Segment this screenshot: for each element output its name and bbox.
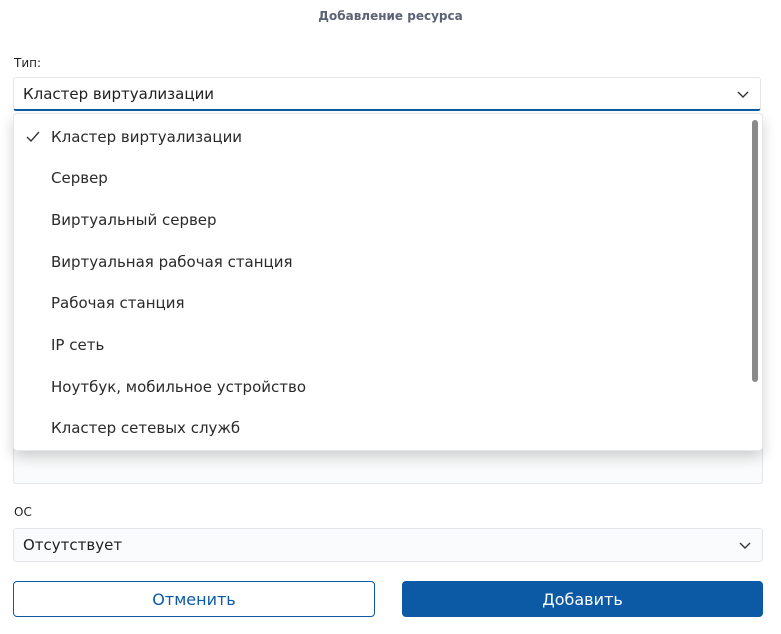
chevron-down-icon [739, 542, 751, 549]
dropdown-option[interactable]: Кластер сетевых служб [14, 408, 744, 448]
dropdown-option[interactable]: Виртуальный сервер [14, 200, 744, 240]
option-label: Виртуальный сервер [51, 211, 217, 229]
type-select[interactable]: Кластер виртуализации [13, 77, 761, 111]
dialog-title: Добавление ресурса [318, 9, 463, 23]
type-select-value: Кластер виртуализации [23, 84, 215, 103]
dropdown-scrollbar[interactable] [752, 120, 758, 382]
dropdown-option[interactable]: IP сеть [14, 325, 744, 365]
type-label: Тип: [14, 56, 42, 70]
check-icon [26, 131, 40, 143]
cancel-button[interactable]: Отменить [13, 581, 375, 617]
os-label: ОС [14, 505, 32, 519]
option-label: Рабочая станция [51, 294, 185, 312]
os-select[interactable]: Отсутствует [13, 528, 763, 562]
dropdown-option[interactable]: Виртуальная рабочая станция [14, 242, 744, 282]
os-select-value: Отсутствует [23, 536, 123, 554]
type-dropdown-list[interactable]: Кластер виртуализации Сервер Виртуальный… [13, 113, 763, 451]
dropdown-option[interactable]: Ноутбук, мобильное устройство [14, 367, 744, 407]
dropdown-option[interactable]: Рабочая станция [14, 283, 744, 323]
add-button[interactable]: Добавить [402, 581, 763, 617]
add-resource-dialog: Добавление ресурса Тип: Кластер виртуали… [0, 0, 781, 634]
option-label: Сервер [51, 169, 108, 187]
dropdown-option[interactable]: Сервер [14, 158, 744, 198]
chevron-down-icon [737, 91, 749, 98]
option-label: Кластер виртуализации [51, 128, 243, 146]
option-label: Ноутбук, мобильное устройство [51, 378, 307, 396]
dropdown-option[interactable]: Кластер виртуализации [14, 117, 744, 157]
option-label: IP сеть [51, 336, 105, 354]
option-label: Кластер сетевых служб [51, 419, 241, 437]
option-label: Виртуальная рабочая станция [51, 253, 293, 271]
